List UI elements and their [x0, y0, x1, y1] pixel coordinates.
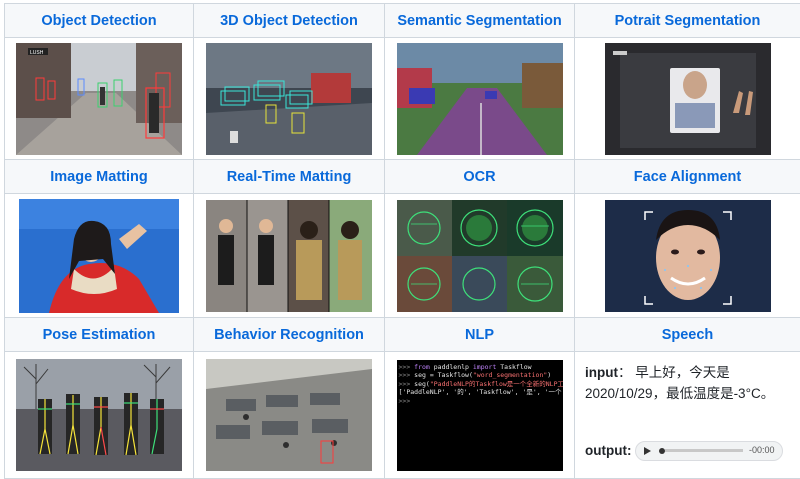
3d-object-detection-image: [206, 42, 372, 155]
terminal-line-1: >>> from paddlenlp import Taskflow: [398, 362, 532, 371]
header-pose-estimation: Pose Estimation: [5, 318, 194, 352]
image-cell-object-detection: LUSH: [5, 38, 194, 160]
header-object-detection: Object Detection: [5, 4, 194, 38]
image-cell-pose-estimation: [5, 352, 194, 479]
header-potrait-segmentation: Potrait Segmentation: [575, 4, 800, 38]
image-cell-3d-object-detection: [194, 38, 385, 160]
object-detection-image: LUSH: [16, 42, 182, 155]
image-cell-behavior-recognition: [194, 352, 385, 479]
demo-grid: Object Detection 3D Object Detection Sem…: [4, 3, 800, 479]
play-icon[interactable]: [644, 446, 652, 455]
ocr-image: [396, 199, 563, 312]
image-cell-face-alignment: [575, 194, 800, 318]
nlp-terminal: >>> from paddlenlp import Taskflow >>> s…: [396, 359, 563, 471]
real-time-matting-image: [206, 199, 372, 312]
nlp-cell: >>> from paddlenlp import Taskflow >>> s…: [385, 352, 575, 479]
pose-estimation-image: [16, 359, 182, 471]
image-cell-potrait-segmentation: [575, 38, 800, 160]
header-behavior-recognition: Behavior Recognition: [194, 318, 385, 352]
speech-input-label: input: [585, 365, 618, 380]
face-alignment-image: [604, 199, 771, 312]
terminal-line-3: >>> seg("PaddleNLP的Taskflow是一个全新的NLP工具"): [398, 379, 563, 388]
header-3d-object-detection: 3D Object Detection: [194, 4, 385, 38]
image-matting-image: [19, 198, 179, 313]
audio-progress-bar[interactable]: [665, 449, 743, 452]
speech-cell: input： 早上好，今天是2020/10/29，最低温度是-3°C。 outp…: [575, 352, 800, 479]
image-cell-semantic-segmentation: [385, 38, 575, 160]
terminal-line-5: >>>: [398, 396, 411, 405]
header-speech: Speech: [575, 318, 800, 352]
image-cell-real-time-matting: [194, 194, 385, 318]
header-image-matting: Image Matting: [5, 160, 194, 194]
semantic-segmentation-image: [396, 42, 563, 155]
header-ocr: OCR: [385, 160, 575, 194]
terminal-line-2: >>> seg = Taskflow("word_segmentation"): [398, 371, 552, 379]
potrait-segmentation-image: [604, 42, 771, 155]
header-face-alignment: Face Alignment: [575, 160, 800, 194]
shop-sign-text: LUSH: [30, 50, 44, 56]
speech-output: output: -00:00: [585, 440, 784, 461]
image-cell-ocr: [385, 194, 575, 318]
speech-input: input： 早上好，今天是2020/10/29，最低温度是-3°C。: [585, 362, 792, 404]
terminal-line-4: ['PaddleNLP', '的', 'Taskflow', '是', '一个': [398, 388, 563, 396]
behavior-recognition-image: [206, 359, 372, 471]
speech-output-label: output:: [585, 443, 632, 458]
audio-player[interactable]: -00:00: [635, 440, 784, 461]
header-semantic-segmentation: Semantic Segmentation: [385, 4, 575, 38]
header-nlp: NLP: [385, 318, 575, 352]
image-cell-image-matting: [5, 194, 194, 318]
header-real-time-matting: Real-Time Matting: [194, 160, 385, 194]
audio-time: -00:00: [748, 445, 775, 455]
